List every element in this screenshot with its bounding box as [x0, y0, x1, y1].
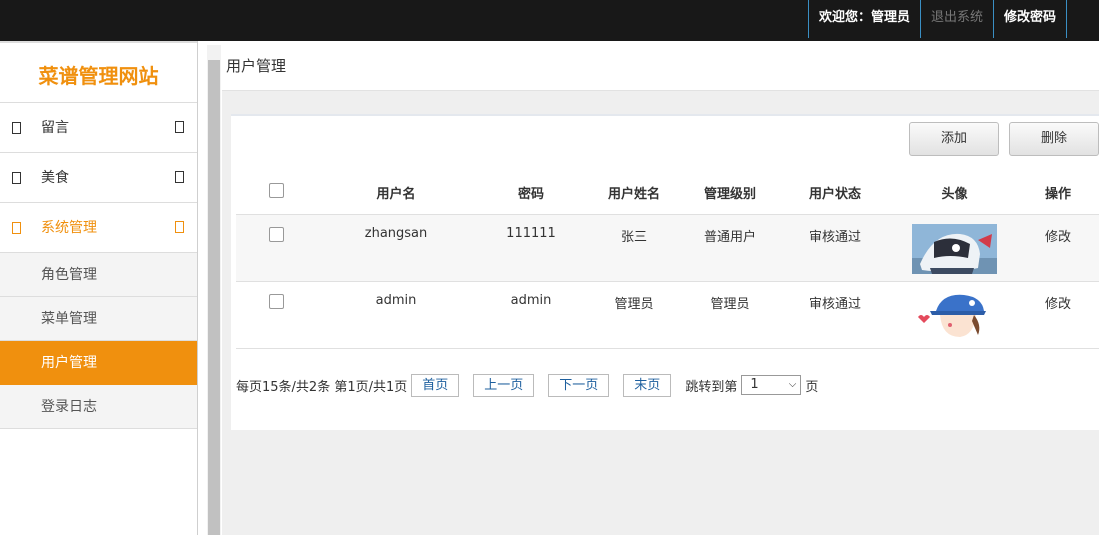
menu-icon	[12, 122, 21, 134]
table-header-row: 用户名 密码 用户姓名 管理级别 用户状态 头像 操作	[236, 172, 1099, 214]
submenu-item-login-log[interactable]: 登录日志	[0, 385, 197, 429]
collapse-icon	[175, 221, 184, 233]
row-select-cell	[236, 280, 316, 349]
column-header: 管理级别	[703, 187, 756, 203]
jump-label: 跳转到第	[685, 379, 738, 395]
sidebar-scrollbar[interactable]	[207, 45, 221, 535]
select-all-checkbox[interactable]	[268, 183, 284, 199]
scrollbar-thumb[interactable]	[208, 60, 220, 535]
site-logo: 菜谱管理网站	[0, 41, 197, 103]
avatar-cell	[892, 213, 1017, 281]
table-row: admin admin 管理员 管理员 审核通过 修改	[236, 280, 1099, 349]
helmet-girl-avatar	[912, 223, 997, 274]
column-header: 头像	[941, 187, 968, 203]
menu-item-label: 系统管理	[41, 220, 97, 236]
status-cell: 审核通过	[778, 213, 892, 281]
column-header: 密码	[517, 187, 544, 203]
expand-icon	[175, 171, 184, 183]
menu-item-messages[interactable]: 留言	[0, 103, 197, 153]
page-title: 用户管理	[226, 57, 287, 75]
main-content: 用户管理 添加 删除 用户名 密码 用户姓名 管理级别 用户状态 头像 操作 z…	[222, 41, 1099, 535]
welcome-text: 欢迎您：管理员	[807, 0, 920, 38]
submenu-item-menus[interactable]: 菜单管理	[0, 297, 197, 341]
menu-icon	[12, 222, 21, 234]
submenu-item-roles[interactable]: 角色管理	[0, 253, 197, 297]
name-cell: 张三	[586, 213, 682, 281]
delete-button[interactable]: 删除	[1009, 122, 1099, 156]
add-button[interactable]: 添加	[909, 122, 999, 156]
change-password-link[interactable]: 修改密码	[992, 0, 1067, 38]
row-select-cell	[236, 213, 316, 281]
password-cell: admin	[476, 280, 586, 349]
edit-link[interactable]: 修改	[1017, 280, 1099, 349]
menu-item-label: 美食	[41, 170, 69, 186]
next-page-button[interactable]: 下一页	[548, 373, 610, 397]
username-cell: admin	[316, 280, 476, 349]
select-all-cell	[236, 172, 316, 214]
menu-icon	[12, 172, 21, 184]
last-page-button[interactable]: 末页	[623, 373, 672, 397]
password-cell: 111111	[476, 213, 586, 281]
column-header: 用户状态	[808, 187, 861, 203]
status-cell: 审核通过	[778, 280, 892, 349]
top-nav: 欢迎您：管理员 退出系统 修改密码	[807, 0, 1067, 38]
page-select-value: 1	[750, 377, 759, 392]
row-checkbox[interactable]	[268, 293, 284, 309]
menu-item-system[interactable]: 系统管理	[0, 203, 197, 253]
sidebar: 菜谱管理网站 留言 美食 系统管理 角色管理 菜单管理 用户管理 登录日志	[0, 41, 198, 535]
avatar-cell	[892, 280, 1017, 349]
menu-item-label: 留言	[41, 120, 69, 136]
user-table: 用户名 密码 用户姓名 管理级别 用户状态 头像 操作 zhangsan 111…	[236, 172, 1099, 349]
blue-cap-avatar	[912, 290, 997, 341]
username-cell: zhangsan	[316, 213, 476, 281]
chevron-down-icon: ⌵	[788, 379, 797, 390]
column-header: 操作	[1044, 187, 1071, 203]
expand-icon	[175, 121, 184, 133]
page-header: 用户管理	[222, 41, 1099, 91]
name-cell: 管理员	[586, 280, 682, 349]
level-cell: 普通用户	[682, 213, 778, 281]
top-bar: 欢迎您：管理员 退出系统 修改密码	[0, 0, 1099, 41]
menu-item-food[interactable]: 美食	[0, 153, 197, 203]
column-header: 用户名	[376, 187, 416, 203]
table-row: zhangsan 111111 张三 普通用户 审核通过 修改	[236, 213, 1099, 281]
prev-page-button[interactable]: 上一页	[473, 373, 535, 397]
row-checkbox[interactable]	[268, 226, 284, 242]
edit-link[interactable]: 修改	[1017, 213, 1099, 281]
pagination: 每页15条/共2条 第1页/共1页 首页 上一页 下一页 末页 跳转到第 1 ⌵…	[236, 373, 818, 397]
pagination-summary: 每页15条/共2条 第1页/共1页	[236, 379, 408, 395]
page-select[interactable]: 1 ⌵	[741, 375, 802, 395]
column-header: 用户姓名	[607, 187, 660, 203]
level-cell: 管理员	[682, 280, 778, 349]
logout-link[interactable]: 退出系统	[919, 0, 993, 38]
first-page-button[interactable]: 首页	[411, 373, 460, 397]
submenu-item-users[interactable]: 用户管理	[0, 341, 197, 385]
user-panel: 添加 删除 用户名 密码 用户姓名 管理级别 用户状态 头像 操作 zhangs…	[231, 114, 1099, 430]
page-suffix: 页	[805, 379, 819, 395]
